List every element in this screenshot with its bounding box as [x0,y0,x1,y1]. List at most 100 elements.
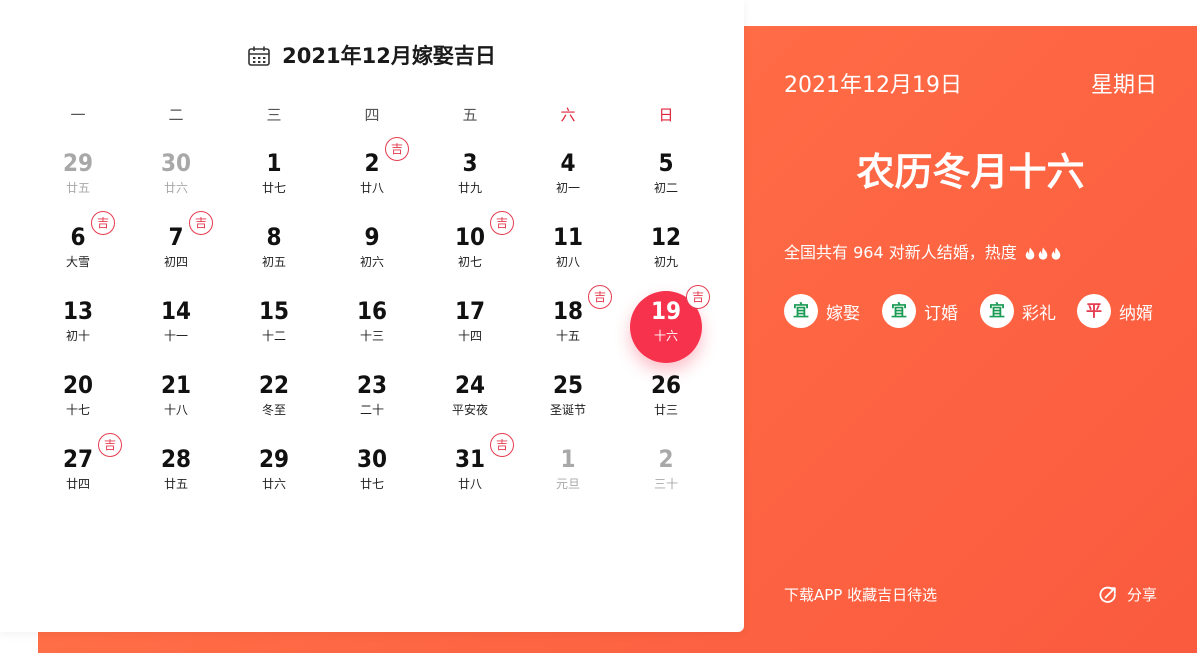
weekday-label: 五 [462,106,478,124]
calendar-day[interactable]: 18 十五吉 [538,285,612,366]
weekday-label: 二 [168,106,184,124]
tag-label: 纳婿 [1119,303,1153,324]
flame-icon [1025,247,1035,260]
calendar-day[interactable]: 29 廿六 [244,444,304,514]
tag-type-badge: 宜 [784,294,818,328]
wedding-stat: 全国共有 964 对新人结婚，热度 [784,242,1061,264]
calendar-day[interactable]: 4 初一 [538,148,598,218]
calendar-day[interactable]: 25 圣诞节 [538,370,598,440]
calendar-day[interactable]: 3 廿九 [440,148,500,218]
calendar-day[interactable]: 29 廿五 [48,148,108,218]
calendar-day[interactable]: 11 初八 [538,222,598,292]
day-number: 28 [160,445,192,473]
day-number: 30 [160,149,192,177]
calendar-day[interactable]: 7 初四吉 [146,211,213,292]
lunar-day-label: 廿九 [457,181,482,195]
calendar-day[interactable]: 15 十二 [244,296,304,366]
calendar-day[interactable]: 5 初二 [636,148,696,218]
lunar-day-label: 初九 [653,255,678,269]
lunar-day-label: 廿七 [261,181,286,195]
lunar-day-label: 冬至 [261,403,286,417]
day-number: 30 [356,445,388,473]
auspicious-badge: 吉 [490,433,514,457]
calendar-day[interactable]: 20 十七 [48,370,108,440]
calendar-day[interactable]: 14 十一 [146,296,206,366]
calendar-day[interactable]: 26 廿三 [636,370,696,440]
calendar-day[interactable]: 12 初九 [636,222,696,292]
day-number: 1 [266,149,282,177]
auspicious-badge: 吉 [490,211,514,235]
calendar-card: 2021年12月嫁娶吉日 一二三四五六日 29 廿五 30 廿六 1 廿七 2 廿八吉 3 廿九 4… [0,0,744,632]
day-number: 20 [62,371,94,399]
calendar-day[interactable]: 16 十三 [342,296,402,366]
suitability-tag: 宜订婚 [882,294,958,328]
lunar-day-label: 初一 [555,181,580,195]
calendar-icon [248,46,270,66]
lunar-day-label: 十二 [261,329,286,343]
day-number: 1 [560,445,576,473]
lunar-day-label: 廿八 [359,181,384,195]
calendar-day[interactable]: 1 廿七 [244,148,304,218]
lunar-day-label: 廿八 [457,477,482,491]
selected-weekday: 星期日 [1090,73,1157,98]
calendar-day[interactable]: 13 初十 [48,296,108,366]
calendar-day[interactable]: 23 二十 [342,370,402,440]
calendar-day[interactable]: 17 十四 [440,296,500,366]
calendar-day[interactable]: 30 廿六 [146,148,206,218]
calendar-day[interactable]: 2 三十 [636,444,696,514]
calendar-day[interactable]: 1 元旦 [538,444,598,514]
calendar-day[interactable]: 21 十八 [146,370,206,440]
weekday-label: 一 [70,106,86,124]
calendar-day[interactable]: 10 初七吉 [440,211,514,292]
day-number: 22 [258,371,290,399]
share-button[interactable]: 分享 [1099,584,1157,606]
calendar-day[interactable]: 6 大雪吉 [48,211,115,292]
calendar-header: 2021年12月嫁娶吉日 [0,40,744,72]
lunar-day-label: 初五 [261,255,286,269]
calendar-day-selected[interactable]: 19 十六吉 [636,285,710,366]
lunar-day-label: 平安夜 [451,403,488,417]
weekday-label: 日 [658,106,674,124]
auspicious-badge: 吉 [98,433,122,457]
lunar-day-label: 元旦 [555,477,580,491]
tag-type-badge: 宜 [882,294,916,328]
suitability-tag: 平纳婿 [1077,294,1153,328]
lunar-day-label: 十六 [653,329,678,343]
heat-indicator [1022,243,1061,262]
lunar-day-label: 初四 [163,255,188,269]
weekday-label: 四 [364,106,380,124]
suitability-tag: 宜嫁娶 [784,294,860,328]
lunar-day-label: 十八 [163,403,188,417]
calendar-day[interactable]: 31 廿八吉 [440,433,514,514]
tag-label: 彩礼 [1022,303,1056,324]
calendar-day[interactable]: 24 平安夜 [440,370,500,440]
lunar-day-label: 初六 [359,255,384,269]
lunar-day-label: 初十 [65,329,90,343]
auspicious-badge: 吉 [686,285,710,309]
day-number: 13 [62,297,94,325]
calendar-day[interactable]: 28 廿五 [146,444,206,514]
calendar-day[interactable]: 8 初五 [244,222,304,292]
calendar-day[interactable]: 30 廿七 [342,444,402,514]
day-number: 14 [160,297,192,325]
calendar-day[interactable]: 22 冬至 [244,370,304,440]
day-number: 5 [658,149,674,177]
lunar-day-label: 廿五 [163,477,188,491]
day-number: 12 [650,223,682,251]
suitability-tag: 宜彩礼 [980,294,1056,328]
download-app-link[interactable]: 下载APP 收藏吉日待选 [784,584,937,606]
lunar-day-label: 圣诞节 [549,403,586,417]
lunar-day-label: 廿六 [163,181,188,195]
lunar-day-label: 二十 [359,403,384,417]
day-number: 3 [462,149,478,177]
lunar-day-label: 廿七 [359,477,384,491]
day-number: 16 [356,297,388,325]
lunar-day-label: 廿四 [65,477,90,491]
calendar-day[interactable]: 2 廿八吉 [342,137,409,218]
lunar-day-label: 大雪 [65,255,90,269]
day-number: 29 [62,149,94,177]
calendar-day[interactable]: 27 廿四吉 [48,433,122,514]
calendar-day[interactable]: 9 初六 [342,222,402,292]
tag-label: 嫁娶 [826,303,860,324]
lunar-day-label: 三十 [653,477,678,491]
